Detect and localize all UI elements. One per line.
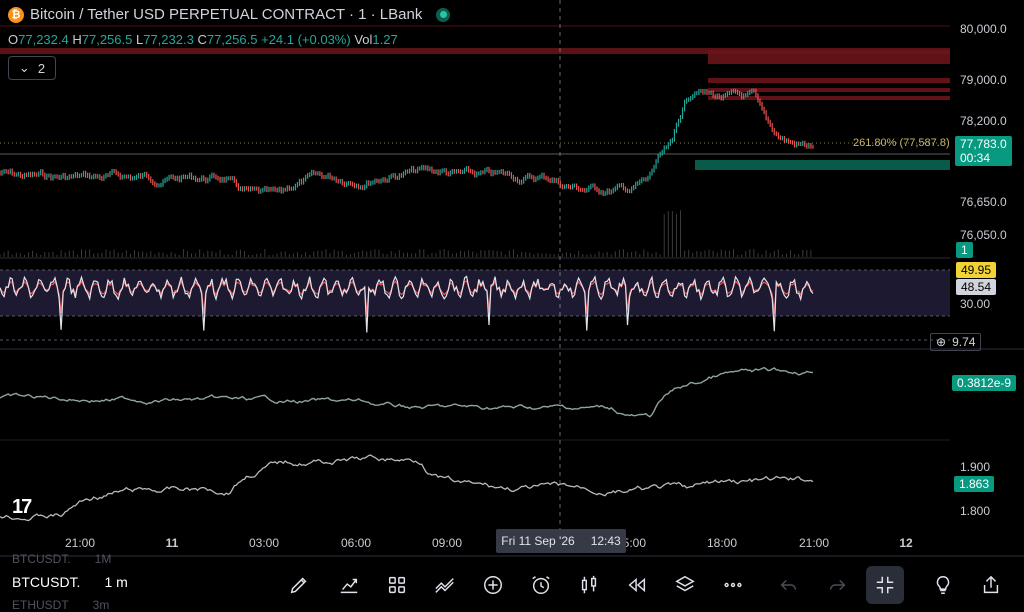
change-value: +24.1 (+0.03%) xyxy=(261,32,351,47)
resistance-zone xyxy=(708,50,950,64)
compare-icon[interactable] xyxy=(432,572,458,598)
oscillator-band xyxy=(0,270,950,316)
crosshair-time-label: Fri 11 Sep '26 12:43 xyxy=(496,529,626,553)
add-indicator-tag[interactable]: ⊕ 9.74 xyxy=(930,333,982,351)
volume-value: 1.27 xyxy=(372,32,398,47)
price-tick: 79,000.0 xyxy=(960,73,1007,87)
chart-header: ₿ Bitcoin / Tether USD PERPETUAL CONTRAC… xyxy=(8,6,451,23)
tradingview-logo: 17 xyxy=(12,496,32,518)
share-icon[interactable] xyxy=(978,572,1004,598)
open-label: O xyxy=(8,32,19,47)
oscillator-value-b: 48.54 xyxy=(956,279,997,295)
high-label: H xyxy=(72,32,82,47)
alarm-icon[interactable] xyxy=(528,572,554,598)
oscillator-value-a: 49.95 xyxy=(956,262,997,278)
more-icon[interactable] xyxy=(720,572,746,598)
close-label: C xyxy=(197,32,207,47)
support-zone xyxy=(695,160,950,170)
pencil-icon[interactable] xyxy=(286,572,312,598)
candles-icon[interactable] xyxy=(576,572,602,598)
price-tick: 76,650.0 xyxy=(960,195,1007,209)
watchlist-row[interactable]: ETHUSDT 3m xyxy=(12,598,109,612)
last-price-tag: 77,783.0 00:34 xyxy=(955,136,1012,166)
volume-tag: 1 xyxy=(956,242,973,258)
watchlist-interval: 1 m xyxy=(104,574,128,590)
time-tick: 12 xyxy=(899,536,913,550)
time-tick: 21:00 xyxy=(798,536,830,550)
low-value: 77,232.3 xyxy=(143,32,194,47)
time-tick: 21:00 xyxy=(64,536,96,550)
crosshair-time: 12:43 xyxy=(590,534,621,548)
indicator-count: 2 xyxy=(37,60,46,76)
volume-label: Vol xyxy=(354,32,373,47)
close-value: 77,256.5 xyxy=(206,32,258,47)
watchlist-symbol: BTCUSDT. xyxy=(12,574,81,590)
resistance-zone xyxy=(708,96,950,100)
indicator-extra-value: 9.74 xyxy=(952,335,976,349)
grid-icon[interactable] xyxy=(384,572,410,598)
time-tick: 09:00 xyxy=(431,536,463,550)
pane4-tick: 1.900 xyxy=(960,460,991,474)
redo-icon[interactable] xyxy=(824,572,850,598)
pane4-value-tag: 1.863 xyxy=(954,476,995,492)
market-status-icon xyxy=(436,7,451,22)
high-value: 77,256.5 xyxy=(81,32,133,47)
ohlc-legend: O77,232.4 H77,256.5 L77,232.3 C77,256.5 … xyxy=(8,32,398,47)
watchlist-symbol: ETHUSDT xyxy=(12,598,69,612)
pane3-value-tag: 0.3812e-9 xyxy=(952,375,1017,391)
oscillator-level: 30.00 xyxy=(960,297,991,311)
undo-icon[interactable] xyxy=(776,572,802,598)
open-value: 77,232.4 xyxy=(18,32,69,47)
resistance-zone xyxy=(708,88,950,92)
symbol-title[interactable]: Bitcoin / Tether USD PERPETUAL CONTRACT … xyxy=(30,6,422,23)
watchlist-interval: 1M xyxy=(94,552,112,566)
pane4-line xyxy=(0,454,814,522)
bar-countdown: 00:34 xyxy=(960,151,991,165)
watchlist-row[interactable]: BTCUSDT. 1M xyxy=(12,552,111,566)
resistance-zone xyxy=(708,78,950,83)
time-tick: 03:00 xyxy=(248,536,280,550)
collapse-indicators-button[interactable]: ⌄ 2 xyxy=(8,56,56,80)
bitcoin-icon: ₿ xyxy=(8,6,24,23)
price-tick: 78,200.0 xyxy=(960,114,1007,128)
pane3-line xyxy=(0,366,814,418)
plus-circle-icon: ⊕ xyxy=(936,335,947,349)
layers-icon[interactable] xyxy=(672,572,698,598)
chart-area[interactable]: ₿ Bitcoin / Tether USD PERPETUAL CONTRAC… xyxy=(0,0,1024,611)
time-tick: 06:00 xyxy=(340,536,372,550)
watchlist-row-active[interactable]: BTCUSDT. 1 m xyxy=(12,574,128,590)
chevron-down-icon: ⌄ xyxy=(18,60,30,75)
time-tick: 11 xyxy=(165,536,179,550)
plus-circle-icon[interactable] xyxy=(480,572,506,598)
lightbulb-icon[interactable] xyxy=(930,572,956,598)
crosshair-date: Fri 11 Sep '26 xyxy=(501,534,575,548)
pane4-tick: 1.800 xyxy=(960,504,991,518)
fullscreen-exit-icon[interactable] xyxy=(866,566,904,604)
price-tick: 76,050.0 xyxy=(960,228,1007,242)
last-price: 77,783.0 xyxy=(960,137,1007,151)
replay-icon[interactable] xyxy=(624,572,650,598)
time-tick: 18:00 xyxy=(706,536,738,550)
fib-level-label: 261.80% (77,587.8) xyxy=(853,137,950,149)
indicators-icon[interactable] xyxy=(336,572,362,598)
price-tick: 80,000.0 xyxy=(960,22,1007,36)
chart-canvas[interactable] xyxy=(0,0,1024,558)
watchlist-interval: 3m xyxy=(92,598,110,612)
watchlist-symbol: BTCUSDT. xyxy=(12,552,71,566)
